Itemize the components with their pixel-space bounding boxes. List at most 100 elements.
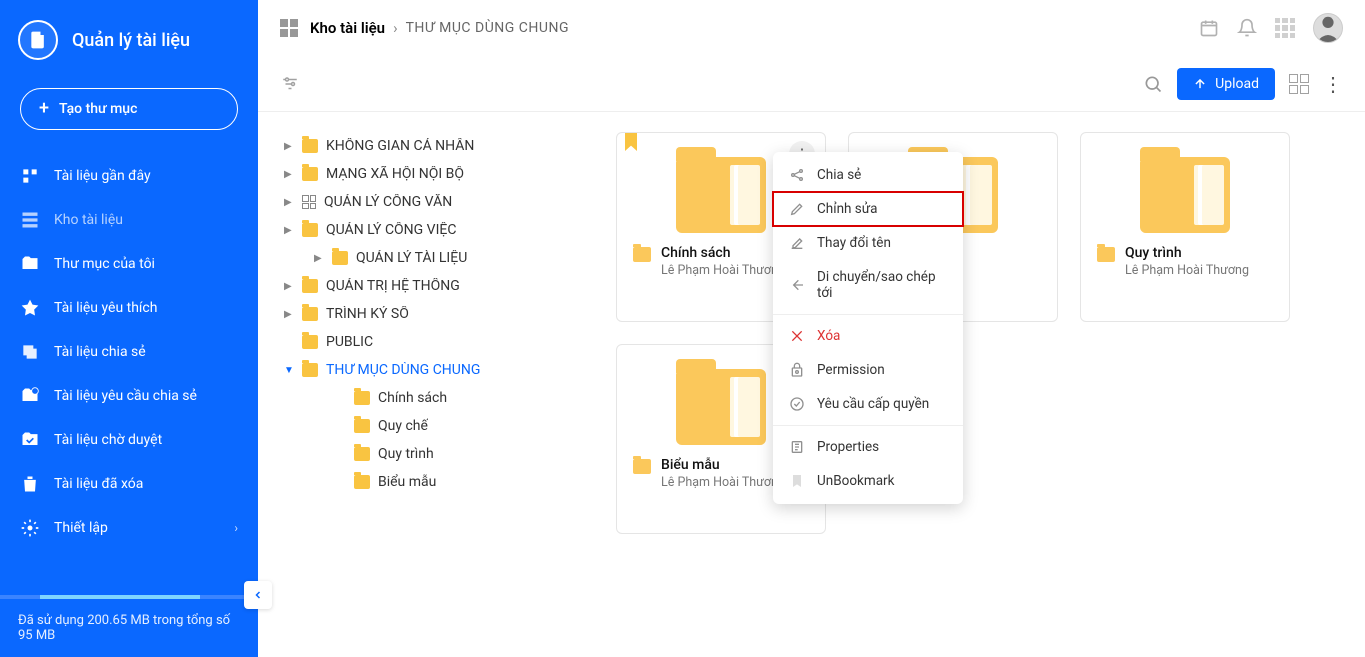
tree-label: Biểu mẫu — [378, 474, 436, 490]
sidebar-item-icon — [20, 166, 40, 186]
folder-grid: ⋮Chính sáchLê Phạm Hoài ThươnghươngQuy t… — [588, 112, 1365, 657]
sidebar: Quản lý tài liệu + Tạo thư mục Tài liệu … — [0, 0, 258, 657]
folder-owner: Lê Phạm Hoài Thương — [661, 263, 785, 278]
ctx-share[interactable]: Chia sẻ — [773, 158, 963, 192]
folder-name: Quy trình — [1125, 245, 1249, 261]
sidebar-item-6[interactable]: Tài liệu chờ duyệt — [0, 418, 258, 462]
tree-row-9[interactable]: Chính sách — [280, 384, 578, 412]
sidebar-header: Quản lý tài liệu — [0, 0, 258, 80]
calendar-icon[interactable] — [1199, 18, 1219, 38]
apps-grid-icon[interactable] — [280, 19, 298, 37]
ctx-rename[interactable]: Thay đổi tên — [773, 226, 963, 260]
grid-icon — [302, 195, 316, 209]
chevron-right-icon: › — [234, 521, 238, 535]
breadcrumb-root[interactable]: Kho tài liệu — [310, 19, 385, 37]
toolbar-more-icon[interactable]: ⋮ — [1323, 72, 1343, 96]
tree-row-5[interactable]: ▶QUẢN TRỊ HỆ THỐNG — [280, 272, 578, 300]
context-menu: Chia sẻ Chỉnh sửa Thay đổi tên Di chuyển/sa… — [773, 152, 963, 504]
ctx-edit[interactable]: Chỉnh sửa — [773, 192, 963, 226]
main-panel: Kho tài liệu › THƯ MỤC DÙNG CHUNG Upload… — [258, 0, 1365, 657]
tree-label: MẠNG XÃ HỘI NỘI BỘ — [326, 166, 464, 182]
tree-row-7[interactable]: PUBLIC — [280, 328, 578, 356]
tree-label: THƯ MỤC DÙNG CHUNG — [326, 362, 480, 378]
filter-icon[interactable] — [280, 75, 300, 93]
ctx-label: Di chuyển/sao chép tới — [817, 269, 947, 301]
folder-icon — [302, 363, 318, 377]
tree-row-11[interactable]: Quy trình — [280, 440, 578, 468]
collapse-sidebar-button[interactable] — [244, 581, 272, 609]
tree-caret-icon: ▶ — [284, 141, 294, 152]
tree-label: QUẢN LÝ CÔNG VIỆC — [326, 222, 456, 238]
apps-icon[interactable] — [1275, 18, 1295, 38]
folder-card-2[interactable]: Quy trình Lê Phạm Hoài Thương — [1080, 132, 1290, 322]
ctx-perm[interactable]: Permission — [773, 353, 963, 387]
bookmark-icon — [625, 133, 637, 151]
tree-label: QUẢN LÝ TÀI LIỆU — [356, 250, 467, 266]
sidebar-item-icon — [20, 254, 40, 274]
tree-row-4[interactable]: ▶ QUẢN LÝ TÀI LIỆU — [280, 244, 578, 272]
create-folder-button[interactable]: + Tạo thư mục — [20, 88, 238, 130]
tree-row-10[interactable]: Quy chế — [280, 412, 578, 440]
tree-label: QUẢN LÝ CÔNG VĂN — [324, 194, 452, 210]
sidebar-item-8[interactable]: Thiết lập› — [0, 506, 258, 550]
bell-icon[interactable] — [1237, 18, 1257, 38]
tree-caret-icon: ▶ — [284, 225, 294, 236]
folder-icon — [302, 307, 318, 321]
ctx-prop[interactable]: Properties — [773, 430, 963, 464]
perm-icon — [789, 362, 805, 378]
tree-row-3[interactable]: ▶ QUẢN LÝ CÔNG VIỆC — [280, 216, 578, 244]
sidebar-item-5[interactable]: Tài liệu yêu cầu chia sẻ — [0, 374, 258, 418]
storage-footer: Đã sử dụng 200.65 MB trong tổng số 95 MB — [0, 595, 258, 657]
ctx-delete[interactable]: Xóa — [773, 319, 963, 353]
user-avatar[interactable] — [1313, 13, 1343, 43]
ctx-label: Permission — [817, 362, 885, 378]
sidebar-item-4[interactable]: Tài liệu chia sẻ — [0, 330, 258, 374]
tree-row-8[interactable]: ▼THƯ MỤC DÙNG CHUNG — [280, 356, 578, 384]
sidebar-item-label: Tài liệu yêu cầu chia sẻ — [54, 388, 197, 404]
folder-large-icon — [676, 369, 766, 445]
folder-tree: ▶KHÔNG GIAN CÁ NHÂN▶MẠNG XÃ HỘI NỘI BỘ▶Q… — [258, 112, 588, 657]
tree-label: QUẢN TRỊ HỆ THỐNG — [326, 278, 460, 294]
tree-label: Quy trình — [378, 446, 434, 462]
ctx-req[interactable]: Yêu cầu cấp quyền — [773, 387, 963, 421]
tree-caret-icon: ▶ — [314, 253, 324, 264]
sidebar-nav: Tài liệu gần đâyKho tài liệu Thư mục của … — [0, 148, 258, 595]
ctx-move[interactable]: Di chuyển/sao chép tới — [773, 260, 963, 310]
rename-icon — [789, 235, 805, 251]
ctx-label: Chỉnh sửa — [817, 201, 877, 217]
tree-row-12[interactable]: Biểu mẫu — [280, 468, 578, 496]
sidebar-item-icon — [20, 210, 40, 230]
folder-owner: Lê Phạm Hoài Thương — [1125, 263, 1249, 278]
tree-row-6[interactable]: ▶TRÌNH KÝ SỐ — [280, 300, 578, 328]
tree-row-2[interactable]: ▶QUẢN LÝ CÔNG VĂN — [280, 188, 578, 216]
ctx-unbm[interactable]: UnBookmark — [773, 464, 963, 498]
delete-icon — [789, 328, 805, 344]
ctx-label: UnBookmark — [817, 473, 894, 489]
ctx-label: Properties — [817, 439, 879, 455]
toolbar: Upload ⋮ — [258, 56, 1365, 112]
topbar: Kho tài liệu › THƯ MỤC DÙNG CHUNG — [258, 0, 1365, 56]
sidebar-item-1[interactable]: Kho tài liệu — [0, 198, 258, 242]
folder-icon — [302, 167, 318, 181]
folder-icon — [302, 223, 318, 237]
folder-small-icon — [1097, 247, 1115, 262]
folder-icon — [354, 419, 370, 433]
folder-icon — [354, 475, 370, 489]
view-toggle-icon[interactable] — [1289, 74, 1309, 94]
search-icon[interactable] — [1143, 74, 1163, 94]
unbm-icon — [789, 473, 805, 489]
folder-icon — [332, 251, 348, 265]
tree-row-0[interactable]: ▶KHÔNG GIAN CÁ NHÂN — [280, 132, 578, 160]
upload-button[interactable]: Upload — [1177, 68, 1275, 100]
prop-icon — [789, 439, 805, 455]
sidebar-item-label: Tài liệu đã xóa — [54, 476, 143, 492]
tree-caret-icon: ▶ — [284, 169, 294, 180]
sidebar-item-2[interactable]: Thư mục của tôi — [0, 242, 258, 286]
tree-row-1[interactable]: ▶ MẠNG XÃ HỘI NỘI BỘ — [280, 160, 578, 188]
sidebar-item-label: Thư mục của tôi — [54, 256, 155, 272]
sidebar-item-7[interactable]: Tài liệu đã xóa — [0, 462, 258, 506]
sidebar-item-0[interactable]: Tài liệu gần đây — [0, 154, 258, 198]
sidebar-item-icon — [20, 474, 40, 494]
sidebar-item-3[interactable]: Tài liệu yêu thích — [0, 286, 258, 330]
sidebar-item-icon — [20, 386, 40, 406]
